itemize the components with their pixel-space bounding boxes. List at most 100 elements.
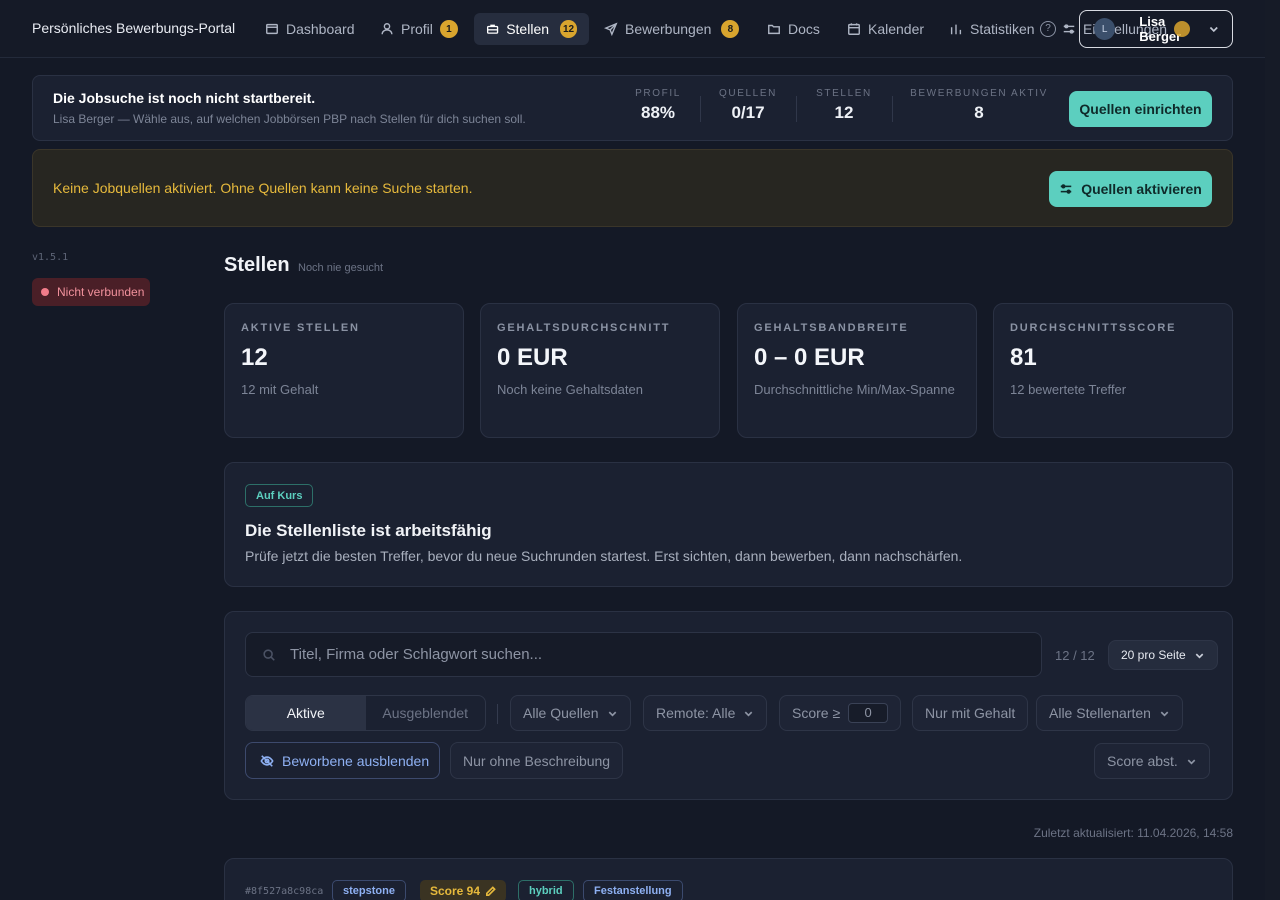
stat-profil-label: Profil <box>635 88 681 99</box>
search-box <box>245 632 1042 677</box>
last-updated: Zuletzt aktualisiert: 11.04.2026, 14:58 <box>1033 826 1233 840</box>
chevron-down-icon <box>1195 653 1204 659</box>
kpi-subtext: 12 bewertete Treffer <box>1010 382 1127 397</box>
activate-sources-label: Quellen aktivieren <box>1081 181 1202 197</box>
remote-tag: hybrid <box>518 880 574 900</box>
kpi-value: 0 – 0 EUR <box>754 344 865 371</box>
source-select[interactable]: Alle Quellen <box>510 695 631 731</box>
hide-applied-label: Beworbene ausblenden <box>282 752 430 769</box>
briefcase-icon <box>486 24 499 34</box>
nav-statistiken-label: Statistiken <box>970 21 1035 37</box>
kpi-label: Durchschnittsscore <box>1010 322 1177 334</box>
tab-ausgeblendet[interactable]: Ausgeblendet <box>366 696 486 730</box>
connection-status-label: Nicht verbunden <box>57 285 145 299</box>
sort-select[interactable]: Score abst. <box>1094 743 1210 779</box>
source-select-label: Alle Quellen <box>523 705 599 721</box>
dashboard-icon <box>266 23 278 35</box>
visibility-toggle: Aktive Ausgeblendet <box>245 695 486 731</box>
stat-divider <box>796 96 797 122</box>
stat-profil: Profil 88% <box>623 88 693 130</box>
nav-docs-label: Docs <box>788 21 820 37</box>
kpi-label: Gehaltsdurchschnitt <box>497 322 671 334</box>
score-tag[interactable]: Score 94 <box>420 880 507 900</box>
no-description-toggle[interactable]: Nur ohne Beschreibung <box>450 742 624 779</box>
min-score-input[interactable]: 0 <box>848 703 889 723</box>
notification-dot <box>1174 21 1190 37</box>
job-type-select[interactable]: Alle Stellenarten <box>1036 695 1183 731</box>
job-id: #8f527a8c98ca <box>245 886 324 897</box>
connection-status-badge: Nicht verbunden <box>32 278 150 306</box>
warning-text: Keine Jobquellen aktiviert. Ohne Quellen… <box>53 180 473 196</box>
filter-panel: 12 / 12 20 pro Seite Aktive Ausgeblendet… <box>224 611 1233 800</box>
source-tag: stepstone <box>332 880 406 900</box>
nav-kalender[interactable]: Kalender <box>835 13 936 45</box>
salary-only-toggle[interactable]: Nur mit Gehalt <box>912 695 1029 731</box>
status-dot-icon <box>41 288 49 296</box>
nav-stellen-label: Stellen <box>506 21 550 37</box>
setup-sources-button[interactable]: Quellen einrichten <box>1069 91 1212 127</box>
stat-bewerbungen-label: Bewerbungen aktiv <box>910 88 1048 99</box>
tab-aktive[interactable]: Aktive <box>246 696 366 730</box>
hide-applied-button[interactable]: Beworbene ausblenden <box>245 742 440 779</box>
nav-dashboard[interactable]: Dashboard <box>253 13 367 45</box>
kpi-value: 0 EUR <box>497 344 568 371</box>
kpi-label: Gehaltsbandbreite <box>754 322 909 334</box>
min-score-filter: Score ≥ 0 <box>779 695 902 731</box>
nav-kalender-label: Kalender <box>868 21 925 37</box>
kpi-subtext: 12 mit Gehalt <box>241 382 319 397</box>
stat-quellen: Quellen 0/17 <box>713 88 783 130</box>
nav-bewerbungen[interactable]: Bewerbungen 8 <box>592 13 751 45</box>
stat-stellen: Stellen 12 <box>809 88 879 130</box>
status-card-text: Prüfe jetzt die besten Treffer, bevor du… <box>245 548 963 564</box>
status-card: Auf Kurs Die Stellenliste ist arbeitsfäh… <box>224 462 1233 587</box>
nav-dashboard-label: Dashboard <box>286 21 355 37</box>
chevron-down-icon <box>1160 711 1169 717</box>
nav-stellen[interactable]: Stellen 12 <box>474 13 589 45</box>
bar-chart-icon <box>950 24 962 35</box>
status-badge: Auf Kurs <box>245 484 314 507</box>
result-count: 12 / 12 <box>1055 648 1095 663</box>
user-icon <box>381 23 393 35</box>
divider <box>497 704 498 724</box>
brand-title[interactable]: Persönliches Bewerbungs-Portal <box>32 20 235 36</box>
nav-profil[interactable]: Profil 1 <box>368 13 470 45</box>
activate-sources-button[interactable]: Quellen aktivieren <box>1049 171 1212 207</box>
user-menu-dropdown[interactable]: L Lisa Berger <box>1079 10 1233 48</box>
job-type-tag: Festanstellung <box>583 880 683 900</box>
scrollbar[interactable] <box>1265 0 1280 900</box>
stat-divider <box>892 96 893 122</box>
app-version: v1.5.1 <box>32 252 69 263</box>
chevron-down-icon <box>1210 26 1219 33</box>
remote-select[interactable]: Remote: Alle <box>643 695 768 731</box>
readiness-subtitle: Lisa Berger — Wähle aus, auf welchen Job… <box>53 112 526 126</box>
chevron-down-icon <box>745 711 753 717</box>
sliders-icon <box>1060 184 1072 194</box>
bewerbungen-badge: 8 <box>721 20 740 38</box>
nav-statistiken[interactable]: Statistiken <box>937 13 1047 45</box>
per-page-select[interactable]: 20 pro Seite <box>1108 640 1218 670</box>
nav-profil-label: Profil <box>401 21 433 37</box>
readiness-card: Die Jobsuche ist noch nicht startbereit.… <box>32 75 1233 141</box>
job-card[interactable]: #8f527a8c98ca stepstone Score 94 hybrid … <box>224 858 1233 900</box>
kpi-subtext: Noch keine Gehaltsdaten <box>497 382 643 397</box>
stat-quellen-value: 0/17 <box>731 103 765 122</box>
min-score-label: Score ≥ <box>792 705 841 721</box>
kpi-value: 81 <box>1010 344 1037 371</box>
calendar-icon <box>848 23 860 35</box>
eye-off-icon <box>260 754 274 767</box>
kpi-card: Gehaltsdurchschnitt 0 EUR Noch keine Geh… <box>480 303 720 438</box>
score-label: Score 94 <box>430 884 481 898</box>
kpi-value: 12 <box>241 344 268 371</box>
top-nav: Persönliches Bewerbungs-Portal Dashboard… <box>0 0 1265 58</box>
stat-profil-value: 88% <box>640 103 676 122</box>
kpi-subtext: Durchschnittliche Min/Max-Spanne <box>754 382 955 397</box>
avatar: L <box>1094 18 1116 40</box>
sort-select-label: Score abst. <box>1107 753 1178 769</box>
stat-quellen-label: Quellen <box>719 88 777 99</box>
page-subtitle: Noch nie gesucht <box>298 262 383 274</box>
sliders-icon <box>1063 24 1075 34</box>
search-input[interactable] <box>290 633 1030 676</box>
stat-bewerbungen: Bewerbungen aktiv 8 <box>905 88 1053 130</box>
readiness-title: Die Jobsuche ist noch nicht startbereit. <box>53 90 316 106</box>
nav-docs[interactable]: Docs <box>755 13 832 45</box>
